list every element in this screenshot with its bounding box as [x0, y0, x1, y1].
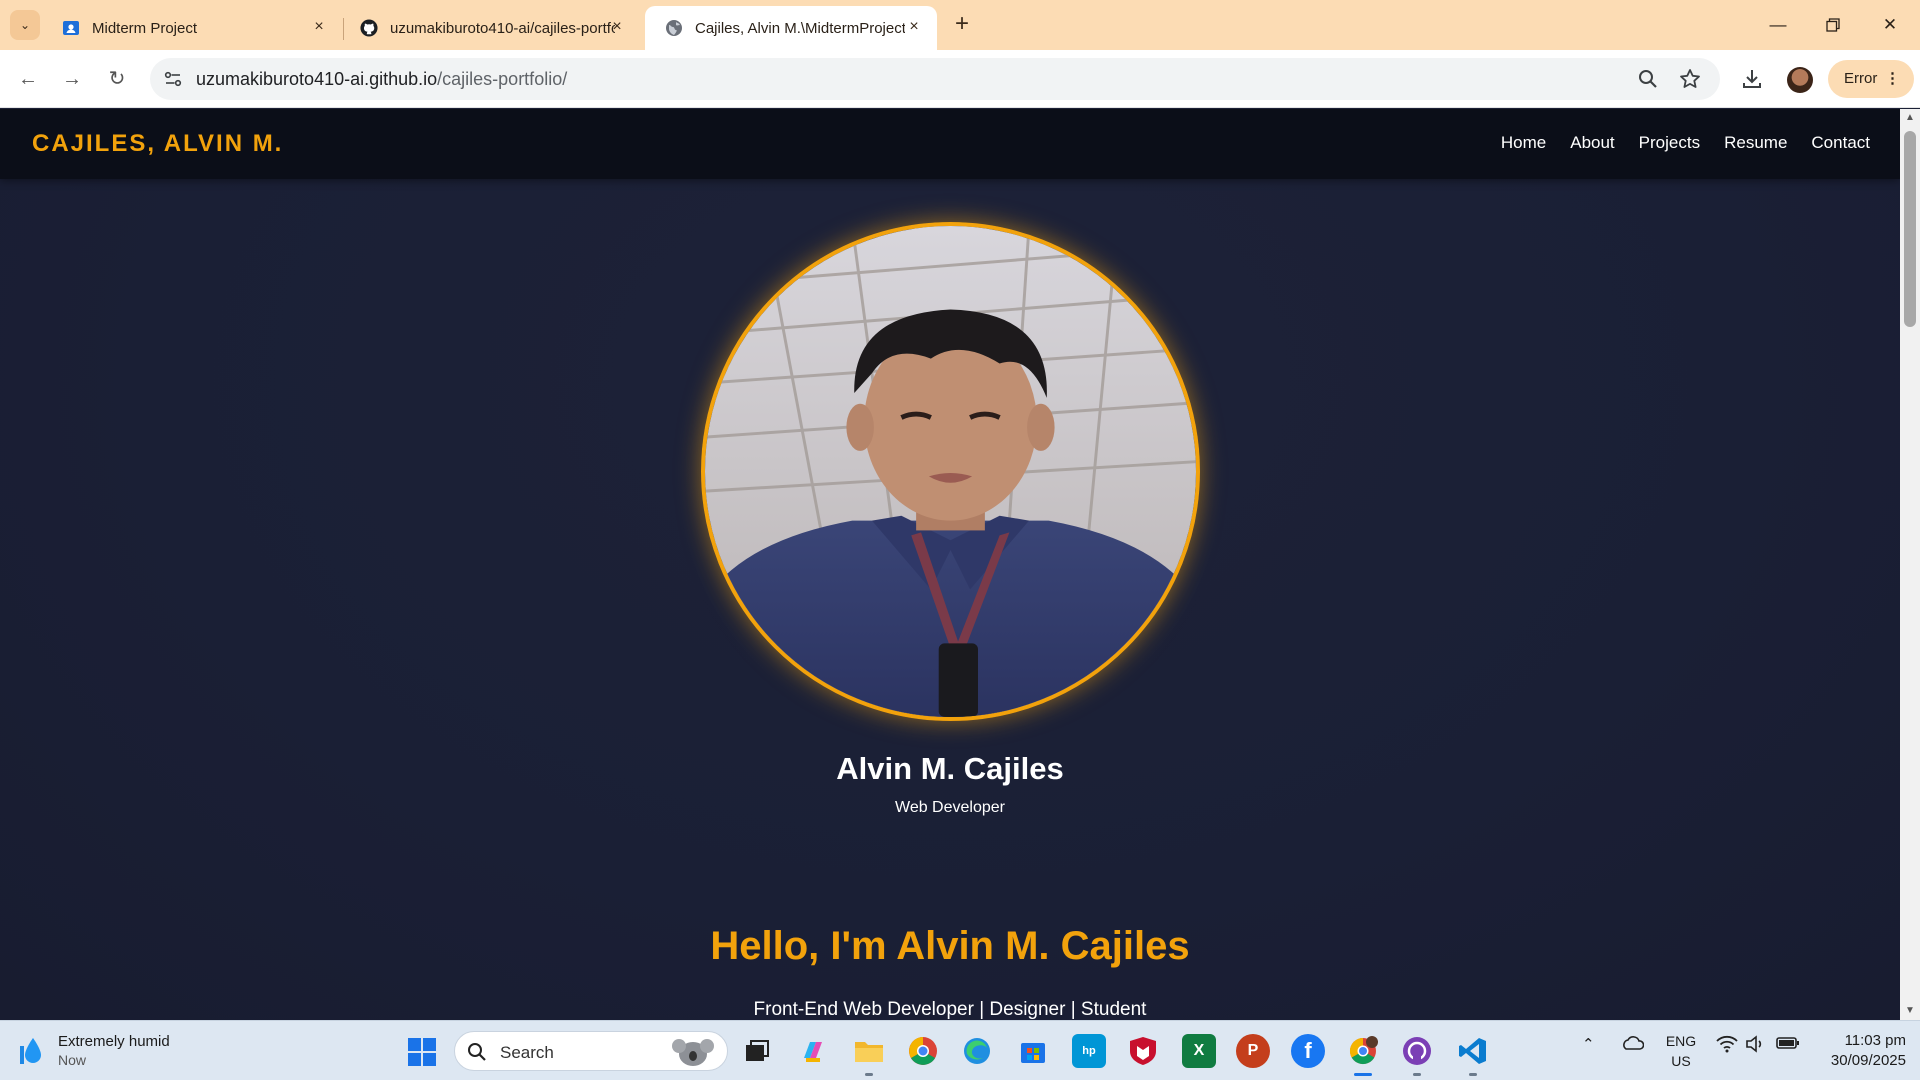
- close-tab-icon[interactable]: ×: [608, 18, 626, 36]
- show-hidden-icons-chevron-icon[interactable]: ⌃: [1582, 1035, 1595, 1053]
- page-scrollbar[interactable]: ▲ ▼: [1900, 109, 1920, 1020]
- tab-midterm-project[interactable]: Midterm Project ×: [42, 6, 342, 50]
- language-code: ENG: [1665, 1033, 1697, 1049]
- clock-time: 11:03 pm: [1844, 1032, 1906, 1049]
- powerpoint-icon[interactable]: P: [1236, 1034, 1270, 1068]
- running-indicator: [1469, 1073, 1477, 1076]
- nav-contact-link[interactable]: Contact: [1811, 133, 1870, 153]
- github-desktop-icon[interactable]: [1400, 1034, 1434, 1068]
- running-indicator: [1413, 1073, 1421, 1076]
- restore-icon: [1826, 18, 1840, 32]
- tab-github-repo[interactable]: uzumakiburoto410-ai/cajiles-portfolio ×: [340, 6, 640, 50]
- system-clock[interactable]: 11:03 pm 30/09/2025: [1810, 1031, 1906, 1071]
- mcafee-icon[interactable]: [1126, 1034, 1160, 1068]
- taskbar: Extremely humid Now Search hp X P f ⌃ EN…: [0, 1020, 1920, 1080]
- input-language[interactable]: ENG US: [1660, 1031, 1702, 1071]
- minimize-button[interactable]: —: [1758, 10, 1798, 40]
- browser-toolbar: ← → ↻ uzumakiburoto410-ai.github.io/caji…: [0, 50, 1920, 108]
- close-icon: ✕: [1882, 15, 1898, 34]
- close-tab-icon[interactable]: ×: [905, 18, 923, 36]
- close-window-button[interactable]: ✕: [1870, 10, 1910, 40]
- task-view-icon[interactable]: [740, 1034, 774, 1068]
- nav-resume-link[interactable]: Resume: [1724, 133, 1787, 153]
- copilot-icon[interactable]: [796, 1034, 830, 1068]
- search-placeholder: Search: [500, 1043, 554, 1062]
- onedrive-cloud-icon[interactable]: [1620, 1035, 1645, 1055]
- downloads-icon[interactable]: [1738, 65, 1766, 93]
- zoom-icon[interactable]: [1636, 67, 1660, 91]
- scroll-down-icon[interactable]: ▼: [1904, 1005, 1916, 1017]
- site-header: CAJILES, ALVIN M. Home About Projects Re…: [0, 109, 1900, 179]
- chrome-icon[interactable]: [906, 1034, 940, 1068]
- profile-photo: [701, 222, 1200, 721]
- forward-button[interactable]: →: [56, 63, 88, 95]
- search-icon: [468, 1043, 486, 1061]
- windows-start-icon[interactable]: [408, 1038, 436, 1066]
- tab-search-button[interactable]: ⌄: [10, 10, 40, 40]
- microsoft-store-icon[interactable]: [1016, 1034, 1050, 1068]
- arrow-left-icon: ←: [18, 68, 38, 90]
- chevron-down-icon: ⌄: [19, 18, 31, 32]
- weather-time: Now: [58, 1052, 87, 1068]
- nav-about-link[interactable]: About: [1570, 133, 1614, 153]
- running-indicator: [1354, 1073, 1372, 1076]
- tab-title: uzumakiburoto410-ai/cajiles-portfolio: [390, 19, 615, 37]
- new-tab-button[interactable]: +: [950, 10, 974, 37]
- url-host: uzumakiburoto410-ai.github.io: [196, 69, 438, 89]
- chrome-profile-icon[interactable]: [1346, 1034, 1380, 1068]
- arrow-right-icon: →: [62, 68, 82, 90]
- more-menu-icon[interactable]: ⋮: [1885, 60, 1900, 98]
- myhp-icon[interactable]: hp: [1072, 1034, 1106, 1068]
- portfolio-page: CAJILES, ALVIN M. Home About Projects Re…: [0, 109, 1900, 1020]
- scrollbar-thumb[interactable]: [1904, 131, 1916, 327]
- url-path: /cajiles-portfolio/: [437, 69, 568, 89]
- hero-heading: Hello, I'm Alvin M. Cajiles: [710, 924, 1190, 968]
- nav-home-link[interactable]: Home: [1501, 133, 1546, 153]
- facebook-icon[interactable]: f: [1291, 1034, 1325, 1068]
- wifi-icon[interactable]: [1716, 1035, 1738, 1057]
- profile-avatar[interactable]: [1787, 67, 1813, 93]
- google-classroom-icon: [62, 19, 80, 37]
- nav-projects-link[interactable]: Projects: [1639, 133, 1700, 153]
- site-brand[interactable]: CAJILES, ALVIN M.: [32, 130, 283, 158]
- running-indicator: [865, 1073, 873, 1076]
- restore-button[interactable]: [1813, 10, 1853, 40]
- close-tab-icon[interactable]: ×: [310, 18, 328, 36]
- github-icon: [360, 19, 378, 37]
- address-bar[interactable]: uzumakiburoto410-ai.github.io/cajiles-po…: [150, 58, 1720, 100]
- url-text[interactable]: uzumakiburoto410-ai.github.io/cajiles-po…: [196, 69, 567, 90]
- bookmark-star-icon[interactable]: [1678, 67, 1702, 91]
- error-chip-label: Error: [1844, 70, 1878, 87]
- battery-icon[interactable]: [1776, 1035, 1800, 1055]
- taskbar-search[interactable]: Search: [454, 1031, 728, 1071]
- globe-icon: [665, 19, 683, 37]
- humidity-drop-icon: [20, 1038, 41, 1064]
- weather-widget[interactable]: Extremely humid Now: [20, 1033, 170, 1069]
- profile-error-chip[interactable]: Error ⋮: [1828, 60, 1914, 98]
- site-info-icon[interactable]: [162, 68, 184, 90]
- weather-condition: Extremely humid: [58, 1033, 170, 1050]
- tab-title: Midterm Project: [92, 19, 198, 37]
- koala-icon: [672, 1039, 714, 1066]
- tab-strip: ⌄ Midterm Project × uzumakiburoto410-ai/…: [0, 0, 1920, 50]
- volume-icon[interactable]: [1746, 1035, 1766, 1057]
- profile-name: Alvin M. Cajiles: [836, 751, 1064, 786]
- tab-title: Cajiles, Alvin M.\MidtermProject: [695, 19, 905, 37]
- region-code: US: [1671, 1053, 1691, 1069]
- site-nav: Home About Projects Resume Contact: [1501, 133, 1870, 153]
- excel-icon[interactable]: X: [1182, 1034, 1216, 1068]
- scroll-up-icon[interactable]: ▲: [1904, 112, 1916, 124]
- minimize-icon: —: [1769, 15, 1787, 34]
- clock-date: 30/09/2025: [1830, 1052, 1906, 1069]
- vscode-icon[interactable]: [1456, 1034, 1490, 1068]
- reload-icon: ↻: [108, 68, 126, 90]
- edge-icon[interactable]: [960, 1034, 994, 1068]
- plus-icon: +: [954, 10, 969, 37]
- hero-tagline: Front-End Web Developer | Designer | Stu…: [753, 999, 1147, 1020]
- file-explorer-icon[interactable]: [852, 1034, 886, 1068]
- profile-role: Web Developer: [895, 799, 1005, 816]
- tab-portfolio-active[interactable]: Cajiles, Alvin M.\MidtermProject ×: [645, 6, 937, 50]
- back-button[interactable]: ←: [12, 63, 44, 95]
- reload-button[interactable]: ↻: [101, 63, 133, 95]
